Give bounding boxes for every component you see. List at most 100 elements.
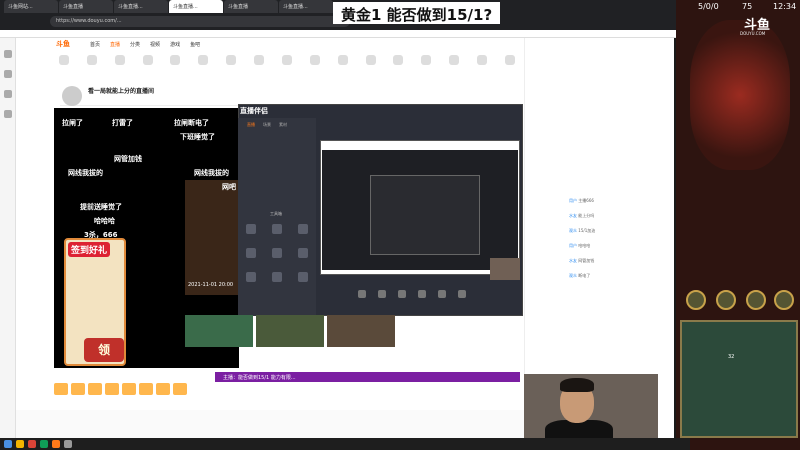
category-icon — [449, 55, 460, 65]
streamer-avatar[interactable] — [62, 86, 82, 106]
taskbar-app-icon[interactable] — [64, 440, 72, 448]
chat-text: 能上分吗 — [578, 213, 595, 218]
category-item[interactable] — [442, 55, 466, 81]
chat-user[interactable]: 观众 — [569, 228, 577, 233]
category-item[interactable] — [108, 55, 132, 81]
category-item[interactable] — [414, 55, 438, 81]
stream-tool-sidebar — [238, 118, 316, 316]
gift-icon[interactable] — [122, 383, 136, 395]
gift-icon[interactable] — [54, 383, 68, 395]
category-item[interactable] — [303, 55, 327, 81]
danmaku-text: 下班睡觉了 — [180, 133, 215, 141]
danmaku-text: 网线我拔的 — [194, 169, 229, 177]
address-bar[interactable]: https://www.douyu.com/... — [50, 16, 350, 27]
nav-item-active[interactable]: 直播 — [110, 41, 120, 48]
chat-text: 网管加钱 — [578, 258, 595, 263]
site-logo[interactable]: 斗鱼 — [56, 39, 70, 49]
tool-icon[interactable] — [298, 248, 308, 258]
danmaku-text: 拉闸断电了 — [174, 119, 209, 127]
recommend-thumb[interactable] — [185, 315, 253, 347]
control-icon[interactable] — [378, 290, 386, 298]
control-icon[interactable] — [458, 290, 466, 298]
start-icon[interactable] — [4, 440, 12, 448]
sidebar-video-icon[interactable] — [4, 110, 12, 118]
category-item[interactable] — [136, 55, 160, 81]
tool-icon[interactable] — [272, 224, 282, 234]
claim-button[interactable]: 领 — [84, 338, 124, 362]
category-item[interactable] — [470, 55, 494, 81]
tool-icon[interactable] — [298, 224, 308, 234]
gift-icon[interactable] — [173, 383, 187, 395]
category-item[interactable] — [52, 55, 76, 81]
browser-tab[interactable]: 斗鱼直播 — [59, 0, 113, 13]
browser-tab[interactable]: 斗鱼网站... — [4, 0, 58, 13]
category-item[interactable] — [164, 55, 188, 81]
nav-item[interactable]: 首页 — [90, 41, 100, 48]
gift-icon[interactable] — [71, 383, 85, 395]
chat-message: 观众 15/1加油 — [569, 228, 595, 234]
tab-scene[interactable]: 场景 — [263, 122, 271, 128]
nav-item[interactable]: 分类 — [130, 41, 140, 48]
tool-icon[interactable] — [246, 224, 256, 234]
chat-user[interactable]: 用户 — [569, 243, 577, 248]
chat-user[interactable]: 水友 — [569, 258, 577, 263]
category-icon — [198, 55, 209, 65]
gift-icon[interactable] — [105, 383, 119, 395]
danmaku-text: 提前送睡觉了 — [80, 203, 122, 211]
taskbar-app-icon[interactable] — [28, 440, 36, 448]
gift-icon[interactable] — [156, 383, 170, 395]
tool-icon[interactable] — [246, 248, 256, 258]
champion-portrait — [716, 290, 736, 310]
category-item[interactable] — [247, 55, 271, 81]
category-item[interactable] — [191, 55, 215, 81]
tool-icon[interactable] — [272, 248, 282, 258]
nested-preview-inner — [370, 175, 480, 255]
recommend-thumb[interactable] — [327, 315, 395, 347]
category-item[interactable] — [219, 55, 243, 81]
control-icon[interactable] — [418, 290, 426, 298]
browser-tab[interactable]: 斗鱼直播... — [279, 0, 333, 13]
minimap[interactable] — [680, 320, 798, 438]
tool-icon[interactable] — [246, 272, 256, 282]
chat-text: 断电了 — [578, 273, 591, 278]
chat-user[interactable]: 用户 — [569, 198, 577, 203]
sidebar-history-icon[interactable] — [4, 90, 12, 98]
category-icon — [86, 55, 97, 65]
gift-icon[interactable] — [139, 383, 153, 395]
sidebar-home-icon[interactable] — [4, 50, 12, 58]
category-icon — [254, 55, 265, 65]
page-footer — [16, 410, 524, 438]
category-item[interactable] — [331, 55, 355, 81]
recommend-thumb[interactable] — [256, 315, 324, 347]
nav-item[interactable]: 视频 — [150, 41, 160, 48]
category-item[interactable] — [387, 55, 411, 81]
browser-tab[interactable]: 斗鱼直播... — [114, 0, 168, 13]
nav-item[interactable]: 鱼吧 — [190, 41, 200, 48]
browser-tab-active[interactable]: 斗鱼直播... — [169, 0, 223, 13]
nav-item[interactable]: 游戏 — [170, 41, 180, 48]
category-item[interactable] — [498, 55, 522, 81]
chat-user[interactable]: 观众 — [569, 273, 577, 278]
cs-counter: 75 — [742, 2, 753, 11]
control-icon[interactable] — [398, 290, 406, 298]
control-icon[interactable] — [438, 290, 446, 298]
control-icon[interactable] — [358, 290, 366, 298]
gift-icon[interactable] — [88, 383, 102, 395]
game-scene — [690, 20, 790, 170]
chat-user[interactable]: 水友 — [569, 213, 577, 218]
sidebar-follow-icon[interactable] — [4, 70, 12, 78]
category-row — [52, 55, 522, 81]
category-item[interactable] — [359, 55, 383, 81]
douyu-site: DOUYU.COM — [740, 31, 766, 36]
category-item[interactable] — [80, 55, 104, 81]
tab-live[interactable]: 直播 — [247, 122, 255, 128]
tab-material[interactable]: 素材 — [279, 122, 287, 128]
tool-icon[interactable] — [272, 272, 282, 282]
category-item[interactable] — [275, 55, 299, 81]
taskbar-app-icon[interactable] — [52, 440, 60, 448]
tool-icon[interactable] — [298, 272, 308, 282]
kda-counter: 5/0/0 — [698, 2, 719, 11]
browser-tab[interactable]: 斗鱼直播 — [224, 0, 278, 13]
taskbar-app-icon[interactable] — [16, 440, 24, 448]
taskbar-app-icon[interactable] — [40, 440, 48, 448]
